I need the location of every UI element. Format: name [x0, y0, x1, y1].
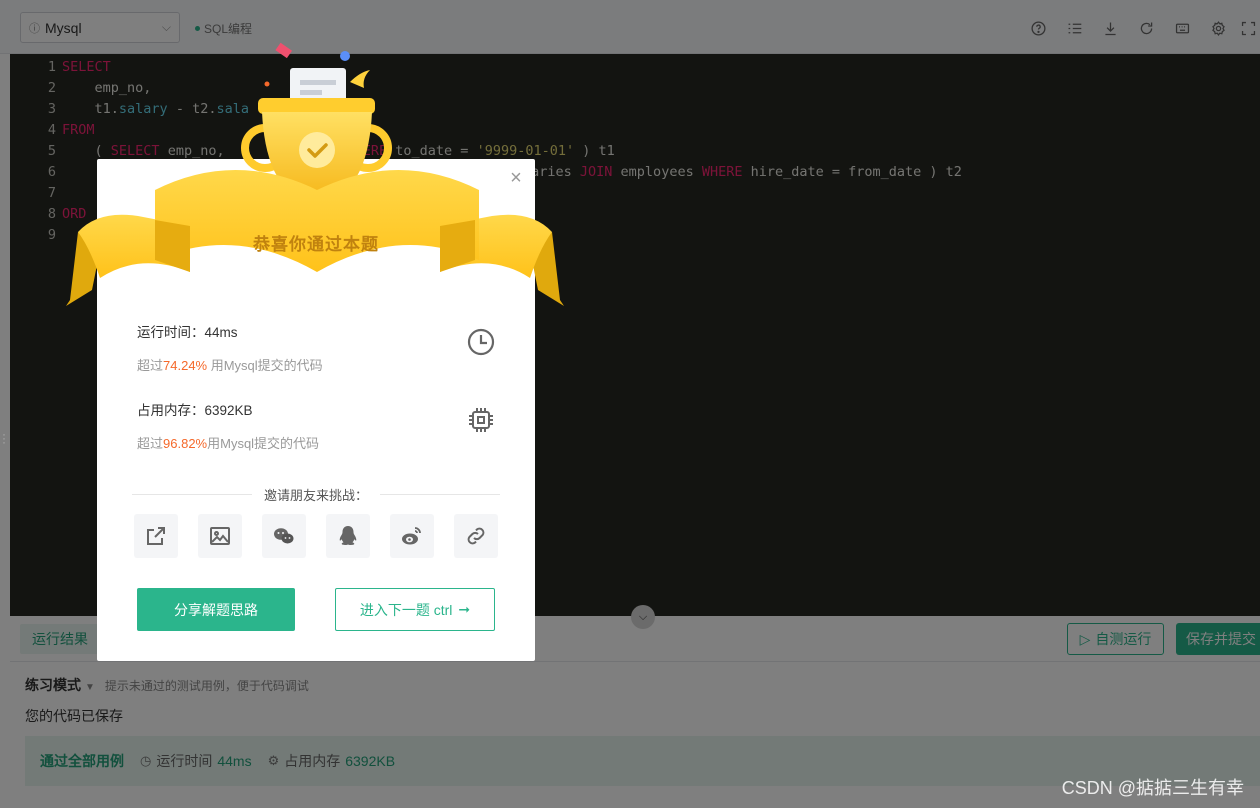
confetti — [340, 51, 350, 61]
next-problem-label: 进入下一题 ctrl — [359, 601, 453, 618]
next-problem-button[interactable]: 进入下一题 ctrl ➞ — [335, 588, 495, 631]
resize-handle[interactable]: · · · — [2, 428, 6, 448]
memory-percentile: 超过96.82%用Mysql提交的代码 — [137, 436, 320, 451]
share-icons — [134, 514, 498, 558]
memory-label: 占用内存：6392KB — [137, 403, 253, 418]
arrow-right-icon: ➞ — [458, 601, 471, 617]
trophy-illustration — [66, 42, 564, 306]
confetti — [264, 81, 270, 87]
copy-link-icon[interactable] — [454, 514, 498, 558]
share-image-icon[interactable] — [198, 514, 242, 558]
qq-icon[interactable] — [326, 514, 370, 558]
share-link-out-icon[interactable] — [134, 514, 178, 558]
confetti — [350, 70, 370, 88]
chip-icon — [466, 405, 496, 435]
clock-icon — [466, 327, 496, 357]
runtime-stat: 运行时间：44ms 超过74.24% 用Mysql提交的代码 — [137, 321, 323, 374]
watermark: CSDN @掂掂三生有幸 — [1061, 778, 1244, 798]
banner-title: 恭喜你通过本题 — [253, 235, 379, 254]
weibo-icon[interactable] — [390, 514, 434, 558]
invite-divider: 邀请朋友来挑战： — [132, 484, 501, 504]
memory-stat: 占用内存：6392KB 超过96.82%用Mysql提交的代码 — [137, 399, 319, 452]
confetti — [275, 42, 293, 59]
wechat-icon[interactable] — [262, 514, 306, 558]
invite-text: 邀请朋友来挑战： — [264, 487, 369, 503]
runtime-percentile: 超过74.24% 用Mysql提交的代码 — [137, 358, 323, 373]
share-solution-button[interactable]: 分享解题思路 — [137, 588, 295, 631]
